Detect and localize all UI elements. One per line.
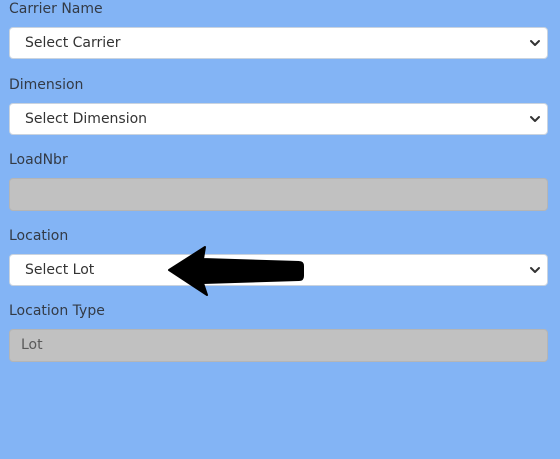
arrow-left-icon: [168, 246, 304, 296]
load-nbr-label: LoadNbr: [9, 152, 68, 168]
chevron-down-icon: [530, 267, 540, 273]
dimension-select-value: Select Dimension: [25, 111, 148, 127]
carrier-select[interactable]: Select Carrier: [9, 27, 548, 59]
carrier-select-value: Select Carrier: [25, 35, 121, 51]
chevron-down-icon: [530, 116, 540, 122]
location-select-value: Select Lot: [25, 262, 95, 278]
location-type-value: Lot: [21, 337, 43, 353]
dimension-select[interactable]: Select Dimension: [9, 103, 548, 135]
location-label: Location: [9, 228, 69, 244]
location-type-label: Location Type: [9, 303, 105, 319]
chevron-down-icon: [530, 40, 540, 46]
dimension-label: Dimension: [9, 77, 84, 93]
load-nbr-field[interactable]: [9, 178, 548, 211]
location-type-field[interactable]: Lot: [9, 329, 548, 362]
carrier-name-label: Carrier Name: [9, 1, 103, 17]
